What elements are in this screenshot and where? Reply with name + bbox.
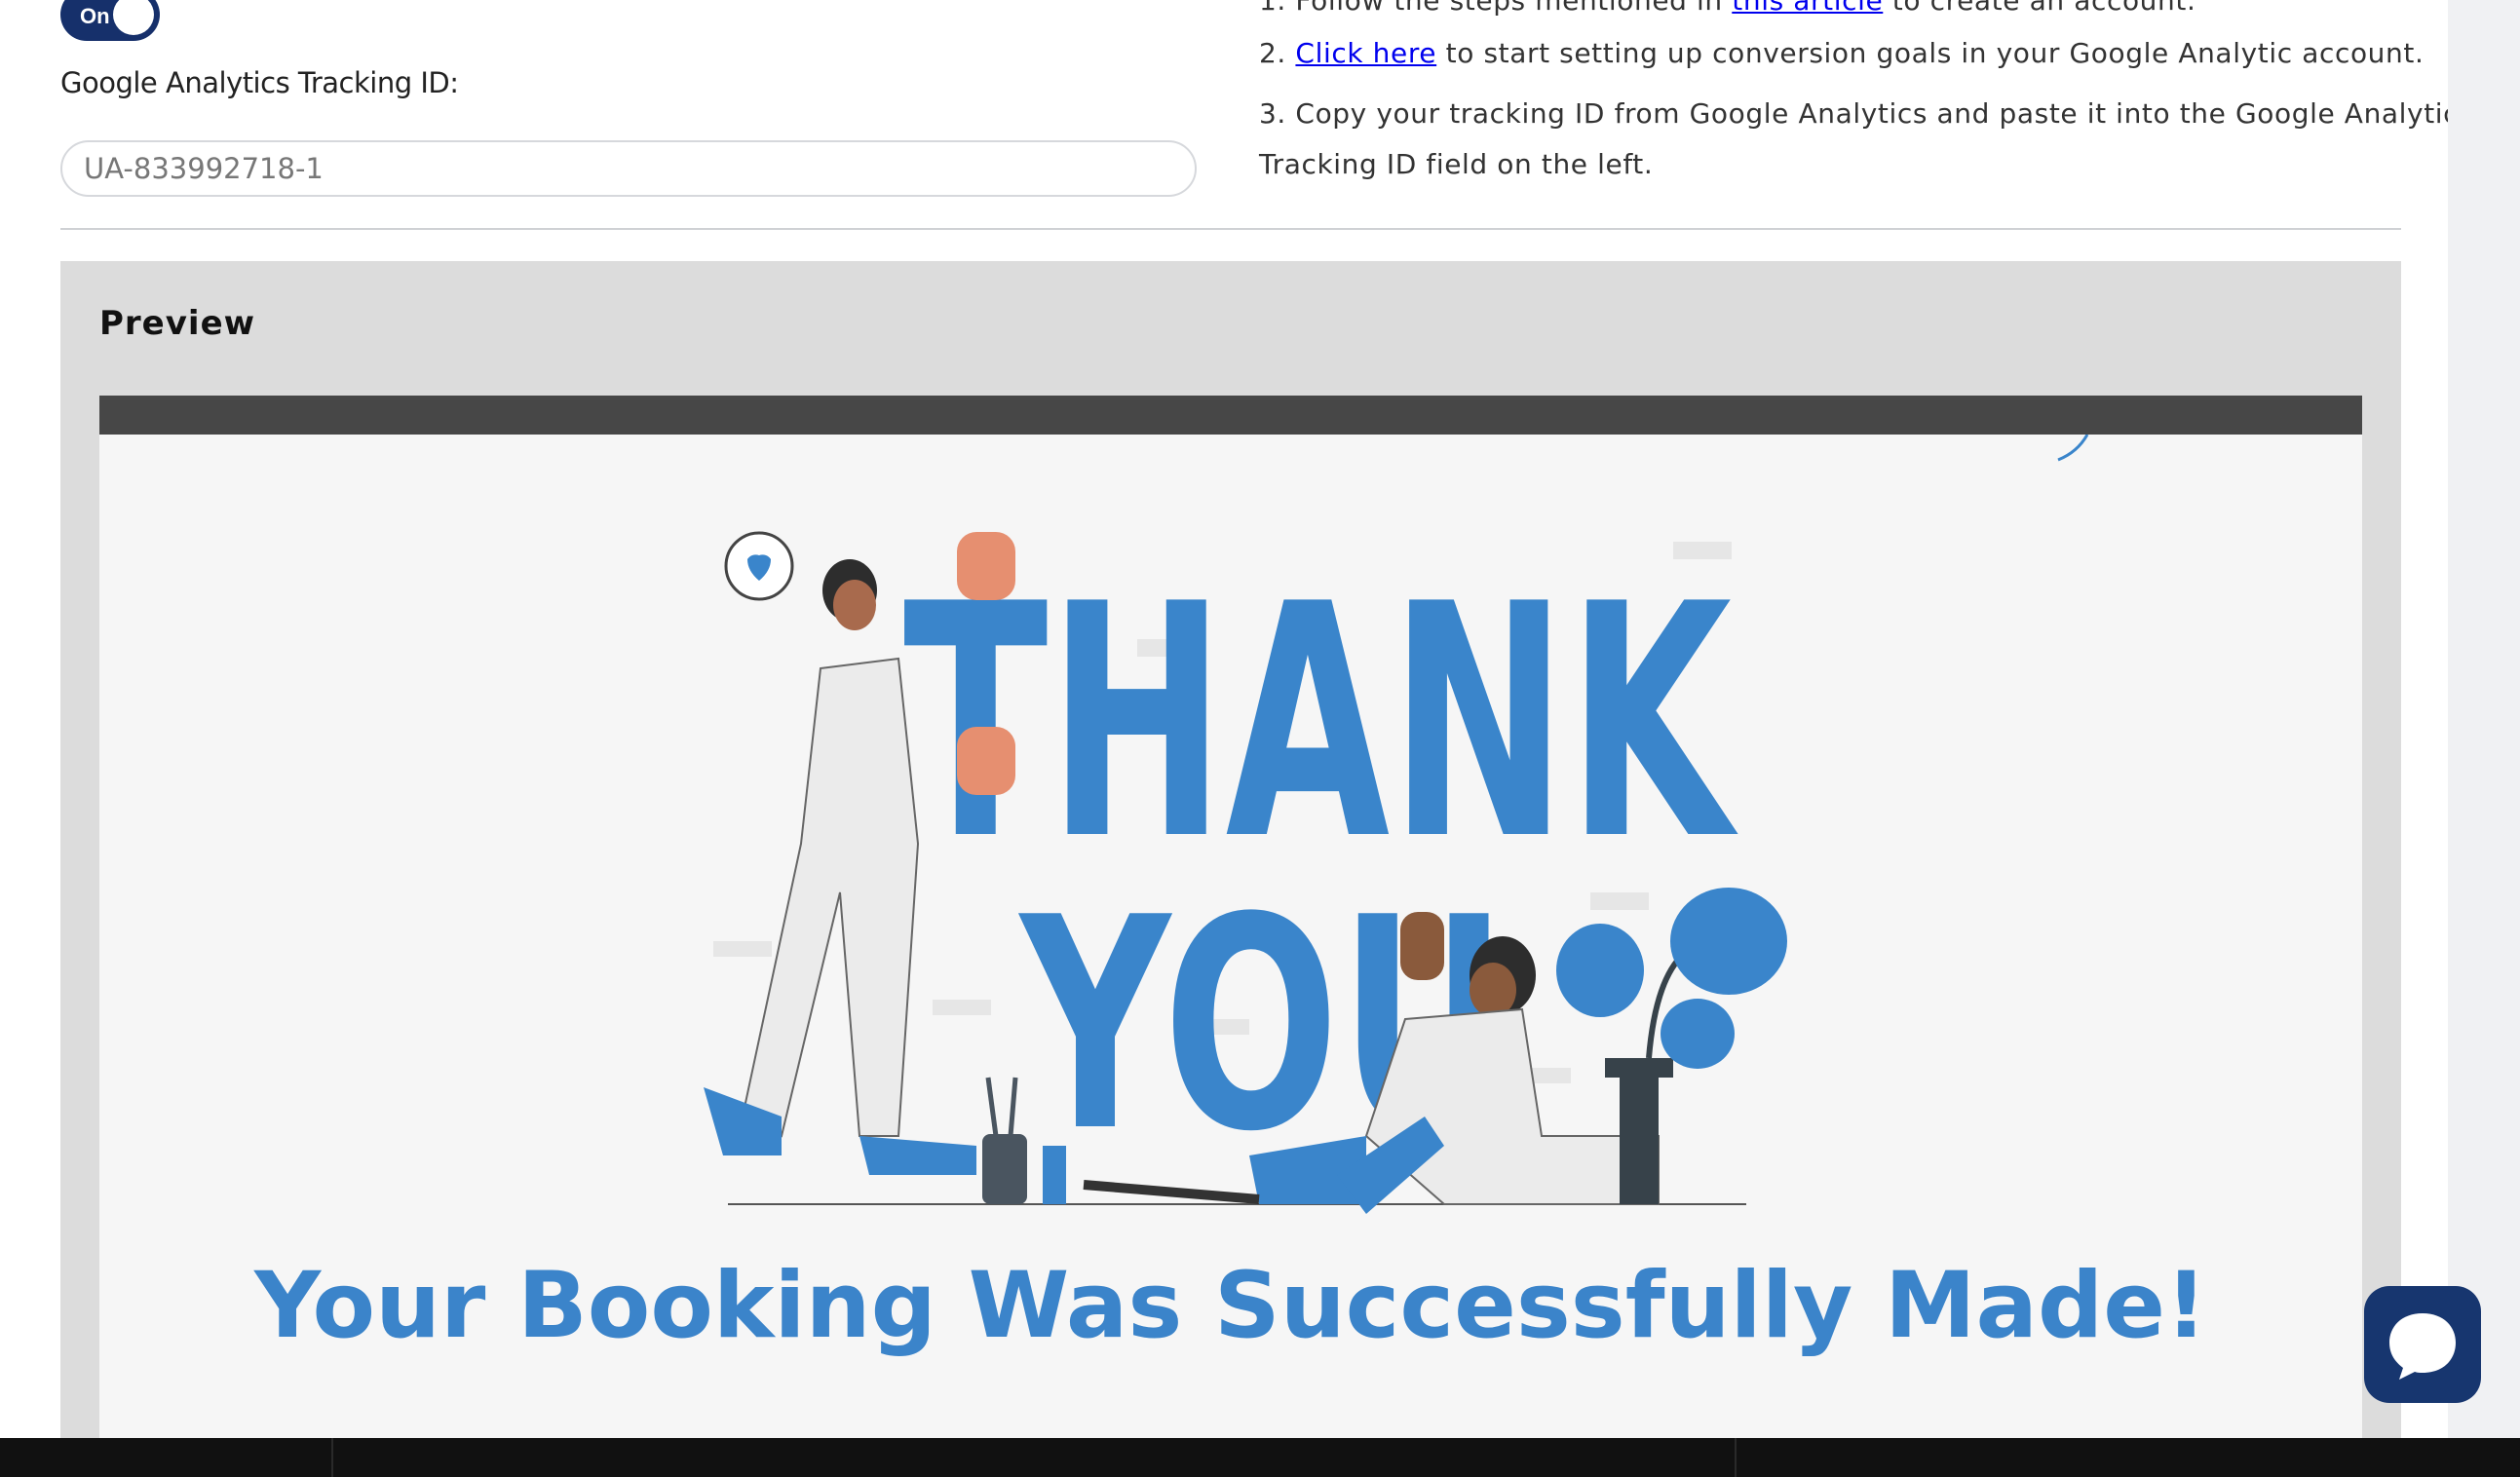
illustration-thank-letters: THANK — [903, 536, 1739, 910]
letter-k: K — [1567, 536, 1739, 910]
step-3-line-1: 3. Copy your tracking ID from Google Ana… — [1259, 97, 2448, 130]
toggle-label: On — [80, 4, 110, 28]
preview-frame-bar — [99, 396, 2362, 435]
taskbar-separator — [331, 1438, 333, 1477]
step-2-number: 2. — [1259, 37, 1296, 69]
step-1-suffix: to create an account. — [1883, 0, 2196, 17]
letter-y: Y — [1017, 855, 1173, 1195]
toggle-knob — [113, 0, 154, 35]
letter-o: O — [1163, 855, 1339, 1195]
preview-title: Preview — [99, 304, 256, 343]
step-3-line-2: Tracking ID field on the left. — [1259, 148, 1654, 180]
section-divider — [60, 228, 2401, 230]
tracking-toggle[interactable]: On — [60, 0, 160, 41]
click-here-link[interactable]: Click here — [1295, 37, 1436, 69]
thank-letters: THANK YOU — [903, 536, 1739, 1195]
letter-a: A — [1226, 536, 1392, 910]
sparkle-decoration — [2057, 435, 2089, 462]
tracking-id-label: Google Analytics Tracking ID: — [60, 66, 459, 99]
preview-frame: THANK YOU — [99, 396, 2362, 1438]
preview-section: Preview THANK YOU — [60, 261, 2401, 1438]
thank-you-illustration: THANK YOU — [704, 435, 2089, 1214]
this-article-link[interactable]: this article — [1732, 0, 1883, 17]
step-1-text: 1. Follow the steps mentioned in — [1259, 0, 1733, 17]
right-gutter — [2448, 0, 2520, 1438]
booking-success-headline: Your Booking Was Successfully Made! — [254, 1253, 2207, 1359]
taskbar — [0, 1438, 2520, 1477]
step-2-text: to start setting up conversion goals in … — [1436, 37, 2425, 69]
letter-n: N — [1390, 536, 1567, 910]
tracking-id-input[interactable] — [60, 140, 1197, 197]
step-2: 2. Click here to start setting up conver… — [1259, 37, 2424, 69]
step-1: 1. Follow the steps mentioned in this ar… — [1259, 0, 2195, 17]
chat-bubble-icon — [2389, 1313, 2456, 1380]
chat-button[interactable] — [2364, 1286, 2481, 1403]
letter-h: H — [1048, 536, 1225, 910]
taskbar-separator — [1735, 1438, 1737, 1477]
settings-panel: On Google Analytics Tracking ID: 1. Foll… — [0, 0, 2448, 1438]
